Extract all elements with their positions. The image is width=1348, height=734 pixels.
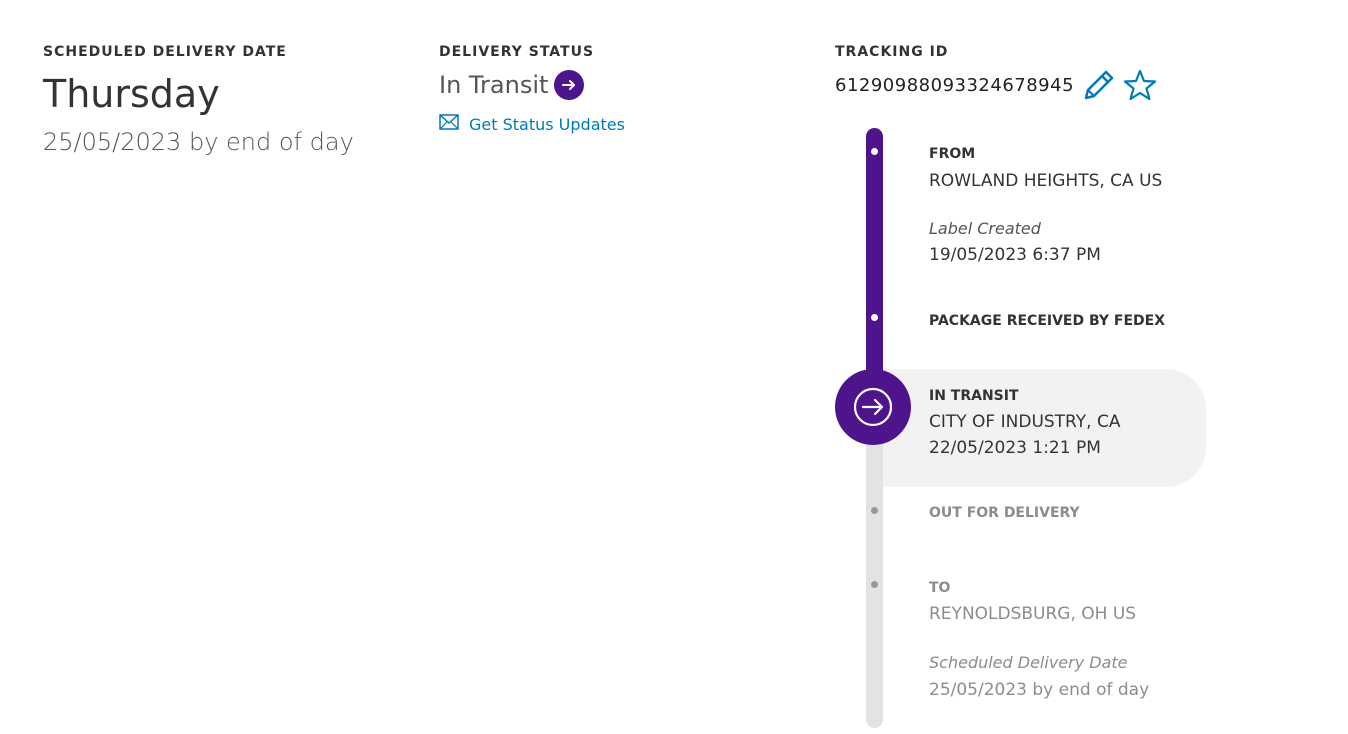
scheduled-delivery-day: Thursday <box>43 72 220 116</box>
pencil-icon[interactable] <box>1080 68 1116 102</box>
timeline-from-datetime: 19/05/2023 6:37 PM <box>929 245 1101 265</box>
delivery-status-label: DELIVERY STATUS <box>439 44 595 60</box>
arrow-right-circle-icon <box>853 387 893 427</box>
tracking-id-row: 61290988093324678945 <box>835 68 1158 102</box>
timeline-track-pending <box>866 418 883 728</box>
current-status-marker <box>835 369 911 445</box>
timeline-received-heading: PACKAGE RECEIVED BY FEDEX <box>929 313 1166 329</box>
timeline-from-location: ROWLAND HEIGHTS, CA US <box>929 171 1163 191</box>
timeline-from-event: Label Created <box>929 219 1041 238</box>
timeline-from-heading: FROM <box>929 146 976 162</box>
star-icon[interactable] <box>1122 68 1158 102</box>
scheduled-delivery-label: SCHEDULED DELIVERY DATE <box>43 44 287 60</box>
get-status-updates-label: Get Status Updates <box>469 114 625 134</box>
timeline-to-event: Scheduled Delivery Date <box>929 653 1128 672</box>
tracking-id-label: TRACKING ID <box>835 44 949 60</box>
timeline-out-for-delivery-heading: OUT FOR DELIVERY <box>929 505 1080 521</box>
timeline-current-heading: IN TRANSIT <box>929 388 1019 404</box>
delivery-status-row: In Transit <box>439 70 585 100</box>
envelope-icon <box>439 114 459 134</box>
timeline-dot-to <box>871 581 878 588</box>
timeline-dot-received <box>871 314 878 321</box>
timeline-to-location: REYNOLDSBURG, OH US <box>929 604 1137 624</box>
get-status-updates-link[interactable]: Get Status Updates <box>439 114 625 134</box>
timeline-to-datetime: 25/05/2023 by end of day <box>929 680 1150 700</box>
arrow-right-circle-icon <box>554 70 585 100</box>
timeline-current-datetime: 22/05/2023 1:21 PM <box>929 438 1101 458</box>
tracking-id-value: 61290988093324678945 <box>835 74 1075 96</box>
timeline-dot-out-for-delivery <box>871 507 878 514</box>
delivery-status-value: In Transit <box>439 71 549 99</box>
timeline-to-heading: TO <box>929 580 951 596</box>
shipment-tracking-page: SCHEDULED DELIVERY DATE Thursday 25/05/2… <box>0 0 1348 734</box>
timeline-current-location: CITY OF INDUSTRY, CA <box>929 412 1121 432</box>
timeline-dot-from <box>871 148 878 155</box>
scheduled-delivery-date: 25/05/2023 by end of day <box>43 128 354 156</box>
